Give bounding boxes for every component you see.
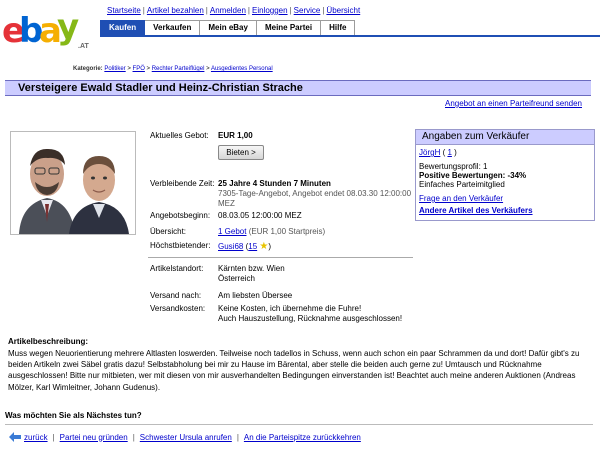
next-question: Was möchten Sie als Nächstes tun? bbox=[5, 411, 142, 420]
logo-domain: .AT bbox=[78, 43, 89, 50]
link-startseite[interactable]: Startseite bbox=[107, 6, 141, 15]
highest-bidder-value: Gusi68 (15 ★) bbox=[218, 241, 272, 252]
tab-mein-ebay[interactable]: Mein eBay bbox=[200, 20, 257, 36]
breadcrumb-item-ausgedientes-personal[interactable]: Ausgedientes Personal bbox=[211, 66, 273, 72]
link-anmelden[interactable]: Anmelden bbox=[210, 6, 246, 15]
ebay-logo[interactable]: e b a y .AT bbox=[2, 4, 94, 50]
remaining-time-note-1: 7305-Tage-Angebot, Angebot endet 08.03.3… bbox=[218, 189, 412, 198]
current-bid-value: EUR 1,00 bbox=[218, 131, 253, 140]
back-link[interactable]: zurück bbox=[24, 433, 48, 442]
logo-letter-a: a bbox=[39, 11, 62, 51]
tab-meine-partei[interactable]: Meine Partei bbox=[256, 20, 322, 36]
item-title: Versteigere Ewald Stadler und Heinz-Chri… bbox=[18, 82, 303, 94]
link-service[interactable]: Service bbox=[294, 6, 321, 15]
overview-note: (EUR 1,00 Startpreis) bbox=[248, 227, 326, 236]
ask-seller-link[interactable]: Frage an den Verkäufer bbox=[419, 194, 503, 203]
seller-box: Angaben zum Verkäufer JörgH ( 1 ) Bewert… bbox=[415, 129, 595, 221]
bid-count-link[interactable]: 1 Gebot bbox=[218, 227, 246, 236]
location-value-1: Kärnten bzw. Wien bbox=[218, 264, 285, 273]
main-nav: Kaufen Verkaufen Mein eBay Meine Partei … bbox=[100, 20, 356, 36]
call-sister-ursula-link[interactable]: Schwester Ursula anrufen bbox=[140, 433, 232, 442]
tab-hilfe[interactable]: Hilfe bbox=[321, 20, 356, 36]
highest-bidder-rating-link[interactable]: 15 bbox=[248, 242, 257, 251]
divider bbox=[148, 257, 413, 258]
seller-header: Angaben zum Verkäufer bbox=[416, 130, 594, 145]
seller-positive: Positive Bewertungen: -34% bbox=[419, 171, 527, 180]
remaining-time-note-2: MEZ bbox=[218, 199, 235, 208]
overview-value: 1 Gebot (EUR 1,00 Startpreis) bbox=[218, 227, 325, 236]
breadcrumb: Kategorie: Politiker > FPÖ > Rechter Par… bbox=[73, 66, 273, 72]
item-photo[interactable] bbox=[10, 131, 136, 235]
nav-underline bbox=[100, 35, 600, 37]
seller-rating-link[interactable]: 1 bbox=[447, 148, 451, 157]
tab-kaufen[interactable]: Kaufen bbox=[100, 20, 146, 36]
link-uebersicht[interactable]: Übersicht bbox=[326, 6, 360, 15]
shipping-value: Am liebsten Übersee bbox=[218, 291, 293, 300]
seller-header-text: Angaben zum Verkäufer bbox=[422, 131, 530, 142]
start-value: 08.03.05 12:00:00 MEZ bbox=[218, 211, 302, 220]
back-arrow-icon[interactable] bbox=[9, 432, 21, 442]
highest-bidder-link[interactable]: Gusi68 bbox=[218, 242, 243, 251]
next-links: zurück | Partei neu gründen | Schwester … bbox=[9, 432, 361, 442]
tab-verkaufen[interactable]: Verkaufen bbox=[145, 20, 201, 36]
remaining-time-value: 25 Jahre 4 Stunden 7 Minuten bbox=[218, 179, 331, 188]
logo-letter-y: y bbox=[57, 7, 79, 47]
description-title: Artikelbeschreibung: bbox=[8, 337, 89, 346]
remaining-time-label: Verbleibende Zeit: bbox=[150, 179, 215, 188]
link-einloggen[interactable]: Einloggen bbox=[252, 6, 288, 15]
seller-profile: Bewertungsprofil: 1 bbox=[419, 162, 488, 171]
star-icon: ★ bbox=[259, 241, 269, 252]
link-artikel-bezahlen[interactable]: Artikel bezahlen bbox=[147, 6, 204, 15]
seller-name-row: JörgH ( 1 ) bbox=[419, 148, 457, 157]
top-links: Startseite | Artikel bezahlen | Anmelden | Ein… bbox=[107, 6, 361, 15]
current-bid-label: Aktuelles Gebot: bbox=[150, 131, 209, 140]
shipping-cost-value-2: Auch Hauszustellung, Rücknahme ausgeschl… bbox=[218, 314, 403, 323]
breadcrumb-item-rechter-parteifluegel[interactable]: Rechter Parteiflügel bbox=[152, 66, 205, 72]
send-to-friend-link[interactable]: Angebot an einen Parteifreund senden bbox=[445, 99, 582, 108]
shipping-label: Versand nach: bbox=[150, 291, 202, 300]
photo-two-men-icon bbox=[11, 132, 135, 234]
logo-letter-b: b bbox=[19, 11, 43, 51]
description-text: Muss wegen Neuorientierung mehrere Altla… bbox=[8, 349, 580, 392]
breadcrumb-item-fpoe[interactable]: FPÖ bbox=[133, 66, 145, 72]
other-items-link[interactable]: Andere Artikel des Verkäufers bbox=[419, 206, 533, 215]
item-title-bar: Versteigere Ewald Stadler und Heinz-Chri… bbox=[5, 80, 591, 96]
breadcrumb-label: Kategorie: bbox=[73, 66, 103, 72]
seller-name-link[interactable]: JörgH bbox=[419, 148, 440, 157]
shipping-cost-label: Versandkosten: bbox=[150, 304, 206, 313]
overview-label: Übersicht: bbox=[150, 227, 187, 236]
bid-button[interactable]: Bieten > bbox=[218, 145, 264, 160]
start-label: Angebotsbeginn: bbox=[150, 211, 211, 220]
return-to-party-leadership-link[interactable]: An die Parteispitze zurückkehren bbox=[244, 433, 361, 442]
seller-member: Einfaches Parteimitglied bbox=[419, 180, 505, 189]
location-label: Artikelstandort: bbox=[150, 264, 204, 273]
breadcrumb-item-politiker[interactable]: Politiker bbox=[104, 66, 125, 72]
found-party-link[interactable]: Partei neu gründen bbox=[60, 433, 128, 442]
shipping-cost-value-1: Keine Kosten, ich übernehme die Fuhre! bbox=[218, 304, 362, 313]
highest-bidder-label: Höchstbietender: bbox=[150, 241, 211, 250]
bottom-divider bbox=[5, 424, 593, 425]
location-value-2: Österreich bbox=[218, 274, 255, 283]
